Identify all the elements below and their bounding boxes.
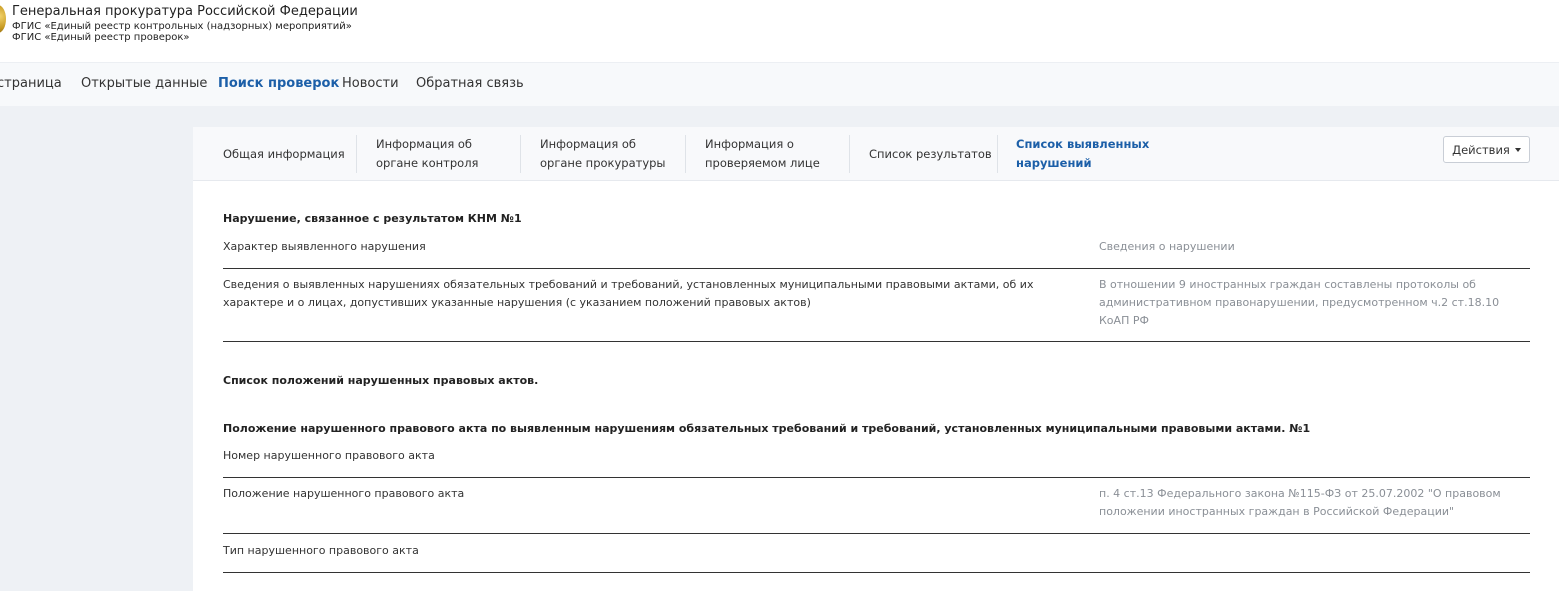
- inspection-panel: Общая информация Информация об органе кон…: [193, 127, 1559, 591]
- org-subtitle-knm: ФГИС «Единый реестр контрольных (надзорн…: [12, 21, 352, 32]
- acts-list-title: Список положений нарушенных правовых акт…: [223, 374, 539, 387]
- act-position-value: п. 4 ст.13 Федерального закона №115-ФЗ о…: [1099, 487, 1501, 518]
- tab-violations-list[interactable]: Список выявленных нарушений: [997, 135, 1177, 173]
- top-navigation: страница Открытые данные Поиск проверок …: [0, 62, 1559, 106]
- violation-col-details: Сведения о нарушении: [1099, 240, 1235, 253]
- tab-control-body[interactable]: Информация об органе контроля: [356, 135, 521, 173]
- tab-inspected-entity[interactable]: Информация о проверяемом лице: [685, 135, 850, 173]
- org-title: Генеральная прокуратура Российской Федер…: [12, 4, 358, 19]
- tab-prosecutor-body[interactable]: Информация об органе прокуратуры: [520, 135, 685, 173]
- nav-home[interactable]: страница: [0, 76, 62, 91]
- divider: [223, 533, 1530, 534]
- tab-bar: Общая информация Информация об органе кон…: [193, 127, 1559, 181]
- violation-row-label: Сведения о выявленных нарушениях обязате…: [223, 278, 1034, 309]
- nav-search-checks[interactable]: Поиск проверок: [218, 76, 339, 91]
- act-item-title: Положение нарушенного правового акта по …: [223, 422, 1311, 435]
- divider: [223, 341, 1530, 342]
- org-subtitle-checks: ФГИС «Единый реестр проверок»: [12, 32, 190, 43]
- act-type-label: Тип нарушенного правового акта: [223, 544, 419, 557]
- tab-general-info[interactable]: Общая информация: [223, 135, 357, 173]
- divider: [223, 477, 1530, 478]
- nav-news[interactable]: Новости: [342, 76, 399, 91]
- violation-col-nature: Характер выявленного нарушения: [223, 240, 426, 253]
- emblem-icon: [0, 5, 6, 33]
- violation-row-value: В отношении 9 иностранных граждан состав…: [1099, 278, 1500, 327]
- divider: [223, 572, 1530, 573]
- act-position-label: Положение нарушенного правового акта: [223, 487, 465, 500]
- actions-dropdown-button[interactable]: Действия: [1443, 136, 1530, 163]
- nav-open-data[interactable]: Открытые данные: [81, 76, 207, 91]
- nav-feedback[interactable]: Обратная связь: [416, 76, 524, 91]
- site-header: Генеральная прокуратура Российской Федер…: [0, 0, 1559, 62]
- divider: [223, 268, 1530, 269]
- act-number-label: Номер нарушенного правового акта: [223, 449, 435, 462]
- violation-title: Нарушение, связанное с результатом КНМ №…: [223, 212, 522, 225]
- caret-down-icon: [1514, 147, 1521, 152]
- tab-results-list[interactable]: Список результатов: [849, 135, 998, 173]
